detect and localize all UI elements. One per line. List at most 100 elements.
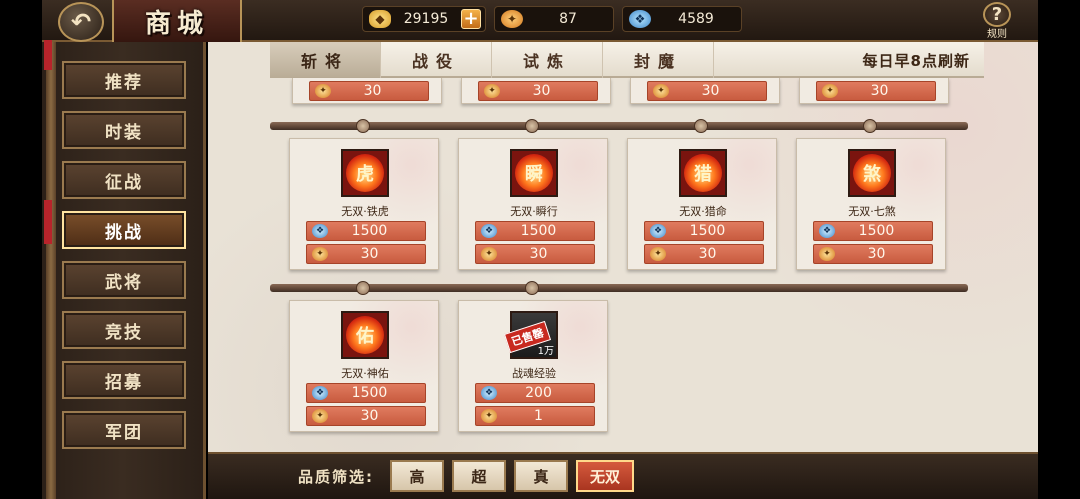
fire-skill-icon: 煞 [853,154,891,192]
item-name: 无双·瞬行 [510,205,558,218]
item-name: 无双·神佑 [341,367,389,380]
filter-label: 真 [533,467,549,486]
price-value: 1500 [351,223,388,239]
item-name: 战魂经验 [512,367,556,380]
sidebar-item-campaign[interactable]: 征战 [62,161,186,199]
price-value: 30 [701,83,720,99]
price-value: 30 [532,83,551,99]
token-icon: ✦ [650,247,666,261]
sidebar-item-legion[interactable]: 军团 [62,411,186,449]
tab-battles[interactable]: 战役 [381,42,492,78]
jade-icon: ❖ [312,386,328,400]
jade-icon: ❖ [629,10,651,28]
item-icon: 猎 [679,149,727,197]
gold-value: 29195 [403,11,449,27]
sidebar-item-arena[interactable]: 竞技 [62,311,186,349]
rod-knob [863,119,877,133]
tab-label: 封魔 [633,52,682,71]
sidebar-item-label: 时装 [105,122,143,143]
rules-label: 规则 [987,29,1007,40]
filter-high-button[interactable]: 高 [390,460,444,492]
tab-label: 战役 [411,52,460,71]
item-name: 无双·铁虎 [341,205,389,218]
shop-item-card[interactable]: 煞 无双·七煞 ❖ 1500 ✦ 30 [796,138,946,270]
page-title-plate: 商城 [112,0,242,42]
token-icon: ✦ [484,84,500,98]
rod-knob [525,119,539,133]
tab-demon-seal[interactable]: 封魔 [603,42,714,78]
item-icon: 瞬 [510,149,558,197]
tab-label: 斩将 [300,52,349,71]
sidebar-item-label: 推荐 [105,72,143,93]
token-currency: ✦ 87 [494,6,614,32]
tab-trials[interactable]: 试炼 [492,42,603,78]
price-value: 30 [529,246,548,262]
sidebar-item-label: 武将 [105,272,143,293]
sidebar-item-generals[interactable]: 武将 [62,261,186,299]
jade-price: ❖ 1500 [813,221,933,241]
sidebar-item-label: 挑战 [105,222,143,243]
price-value: 30 [360,408,379,424]
shop-item-card-partial[interactable]: ✦ 30 [292,78,442,104]
book-icon: 已售罄 1万 [503,313,556,357]
fire-skill-icon: 瞬 [515,154,553,192]
filter-super-button[interactable]: 超 [452,460,506,492]
token-price: ✦ 30 [306,244,426,264]
token-icon: ✦ [481,247,497,261]
item-icon: 虎 [341,149,389,197]
shop-item-card[interactable]: 佑 无双·神佑 ❖ 1500 ✦ 30 [289,300,439,432]
token-price: ✦ 1 [475,406,595,426]
sidebar-item-label: 招募 [105,372,143,393]
item-icon: 煞 [848,149,896,197]
sidebar-item-label: 军团 [105,422,143,443]
shop-item-card-partial[interactable]: ✦ 30 [630,78,780,104]
sidebar-item-label: 竞技 [105,322,143,343]
price-value: 30 [870,83,889,99]
price-value: 30 [363,83,382,99]
token-icon: ✦ [822,84,838,98]
jade-icon: ❖ [481,224,497,238]
fire-skill-icon: 虎 [346,154,384,192]
tassel-decoration [44,200,52,244]
jade-icon: ❖ [650,224,666,238]
shop-tabs: 斩将 战役 试炼 封魔 每日早8点刷新 [270,42,984,78]
filter-label: 高 [409,467,425,486]
shop-item-card[interactable]: 猎 无双·猎命 ❖ 1500 ✦ 30 [627,138,777,270]
token-price: ✦ 30 [478,81,598,101]
filter-unrivaled-button[interactable]: 无双 [576,460,634,492]
add-gold-button[interactable]: + [461,9,481,29]
token-price: ✦ 30 [644,244,764,264]
back-arrow-icon[interactable]: ↶ [58,2,104,42]
price-value: 1500 [520,223,557,239]
shop-item-card[interactable]: 虎 无双·铁虎 ❖ 1500 ✦ 30 [289,138,439,270]
tassel-decoration [44,40,52,70]
token-price: ✦ 30 [816,81,936,101]
price-value: 30 [360,246,379,262]
sidebar-item-recommend[interactable]: 推荐 [62,61,186,99]
tab-generals[interactable]: 斩将 [270,42,381,78]
sidebar-item-label: 征战 [105,172,143,193]
token-price: ✦ 30 [813,244,933,264]
sidebar-item-challenge[interactable]: 挑战 [62,211,186,249]
price-value: 1 [534,408,543,424]
question-mark-icon: ? [983,2,1011,27]
shop-item-card-sold-out[interactable]: 已售罄 1万 战魂经验 ❖ 200 ✦ 1 [458,300,608,432]
shop-item-card-partial[interactable]: ✦ 30 [799,78,949,104]
filter-label: 超 [471,467,487,486]
rules-button[interactable]: ? 规则 [980,2,1014,40]
sidebar-rail [46,42,56,499]
shop-item-card-partial[interactable]: ✦ 30 [461,78,611,104]
hanging-rod [270,119,968,133]
sidebar-item-recruit[interactable]: 招募 [62,361,186,399]
sidebar-item-fashion[interactable]: 时装 [62,111,186,149]
item-icon: 已售罄 1万 [503,311,558,359]
rod-knob [356,119,370,133]
filter-true-button[interactable]: 真 [514,460,568,492]
item-icon: 佑 [341,311,389,359]
gold-ingot-icon: ◆ [369,10,391,28]
token-price: ✦ 30 [475,244,595,264]
jade-price: ❖ 1500 [306,221,426,241]
gold-currency: ◆ 29195 + [362,6,486,32]
shop-item-card[interactable]: 瞬 无双·瞬行 ❖ 1500 ✦ 30 [458,138,608,270]
game-screen: ↶ 商城 ◆ 29195 + ✦ 87 ❖ 4589 ? 规则 推荐 时装 征战… [0,0,1080,499]
